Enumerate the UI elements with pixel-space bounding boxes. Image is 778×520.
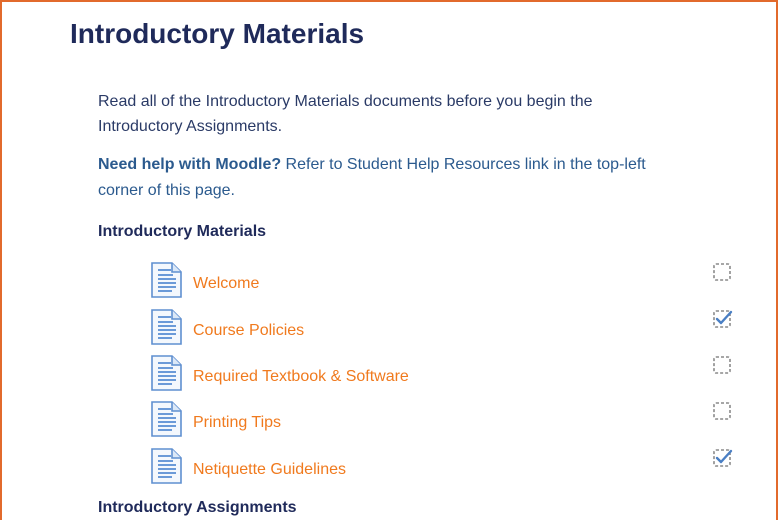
section-intro-text: Read all of the Introductory Materials d… [98, 93, 593, 135]
page-icon [151, 448, 182, 484]
help-notice: Need help with Moodle? Refer to Student … [98, 152, 678, 204]
help-notice-bold: Need help with Moodle? [98, 156, 282, 173]
page-icon [151, 401, 182, 437]
activity-link-required-textbook[interactable]: Required Textbook & Software [193, 368, 409, 386]
section-title: Introductory Materials [70, 18, 365, 49]
activity-item-netiquette-guidelines: Netiquette Guidelines [150, 448, 750, 488]
completion-checked-icon[interactable] [712, 448, 734, 470]
page-icon [151, 262, 182, 298]
subheading-introductory-assignments: Introductory Assignments [98, 499, 297, 516]
activity-link-netiquette-guidelines[interactable]: Netiquette Guidelines [193, 461, 346, 479]
activity-item-required-textbook: Required Textbook & Software [150, 355, 750, 395]
activity-item-course-policies: Course Policies [150, 309, 750, 349]
completion-checkbox-icon[interactable] [712, 401, 734, 423]
activity-link-course-policies[interactable]: Course Policies [193, 322, 304, 340]
activity-link-welcome[interactable]: Welcome [193, 275, 259, 293]
activity-item-printing-tips: Printing Tips [150, 401, 750, 441]
page-icon [151, 355, 182, 391]
completion-checked-icon[interactable] [712, 309, 734, 331]
activity-item-welcome: Welcome [150, 262, 750, 302]
completion-checkbox-icon[interactable] [712, 355, 734, 377]
activity-link-printing-tips[interactable]: Printing Tips [193, 414, 281, 432]
completion-checkbox-icon[interactable] [712, 262, 734, 284]
subheading-introductory-materials: Introductory Materials [98, 223, 267, 240]
page-icon [151, 309, 182, 345]
course-section-frame [0, 0, 778, 520]
